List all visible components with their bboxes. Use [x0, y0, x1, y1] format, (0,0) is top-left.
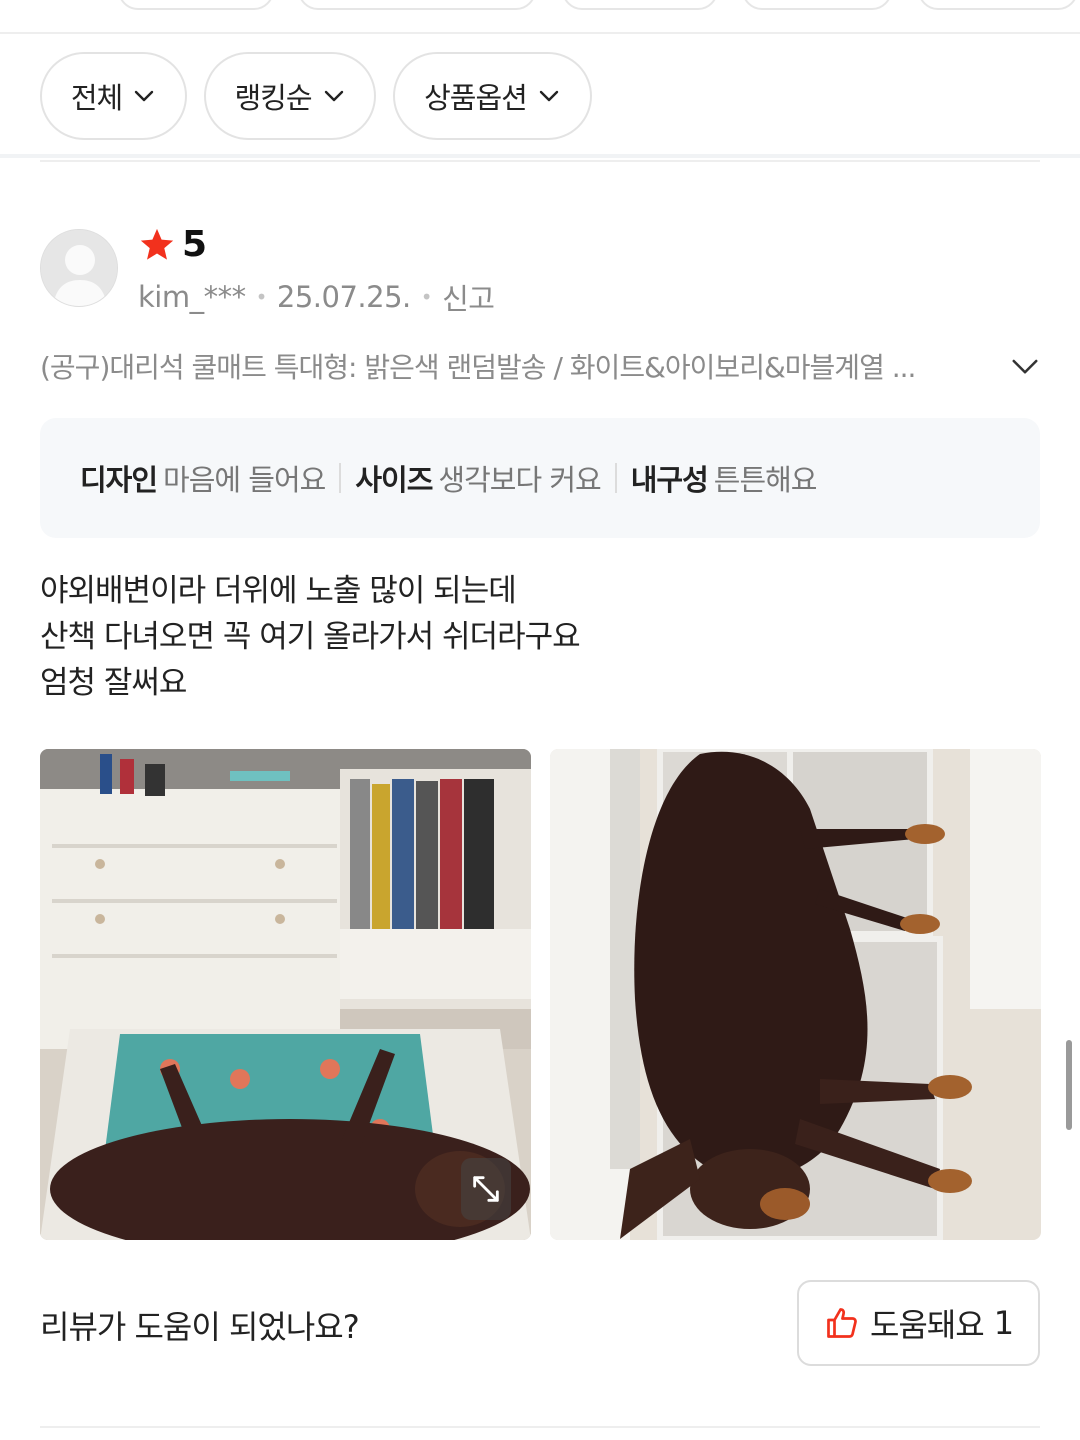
- helpful-label: 도움돼요: [869, 1306, 985, 1344]
- survey-item-design: 디자인 마음에 들어요: [80, 457, 326, 499]
- divider: [614, 463, 617, 493]
- author-name: kim_***: [138, 280, 246, 314]
- helpful-count: 1: [993, 1304, 1014, 1342]
- survey-item-durability: 내구성 튼튼해요: [630, 457, 818, 499]
- top-chip[interactable]: [918, 0, 1078, 10]
- top-chip[interactable]: [562, 0, 718, 10]
- rating: 5: [138, 224, 207, 265]
- review-line: 산책 다녀오면 꼭 여기 올라가서 쉬더라구요: [40, 619, 581, 655]
- filter-all-dropdown[interactable]: 전체: [40, 52, 187, 140]
- report-link[interactable]: 신고: [442, 276, 495, 318]
- review-photo-image: [550, 749, 1041, 1240]
- survey-summary: 디자인 마음에 들어요 사이즈 생각보다 커요 내구성 튼튼해요: [40, 418, 1040, 538]
- top-chip-row: [0, 0, 1080, 34]
- survey-key: 디자인: [80, 463, 158, 497]
- separator-dot: •: [420, 285, 433, 309]
- top-chip[interactable]: [742, 0, 892, 10]
- review-body: 야외배변이라 더위에 노출 많이 되는데 산책 다녀오면 꼭 여기 올라가서 쉬…: [40, 568, 1040, 706]
- review-photo-1[interactable]: [40, 749, 531, 1240]
- default-avatar-icon: [41, 230, 117, 306]
- survey-key: 사이즈: [355, 463, 433, 497]
- review-photo-image: [40, 749, 531, 1240]
- product-option-text: (공구)대리석 쿨매트 특대형: 밝은색 랜덤발송 / 화이트&아이보리&마블계…: [40, 351, 916, 384]
- survey-value: 생각보다 커요: [438, 463, 601, 497]
- filter-label: 랭킹순: [234, 81, 312, 115]
- chevron-down-icon: [539, 90, 559, 102]
- divider: [40, 1426, 1040, 1428]
- thumbs-up-icon: [827, 1308, 857, 1338]
- rating-value: 5: [182, 224, 208, 265]
- review-photo-2[interactable]: [550, 749, 1041, 1240]
- review-line: 엄청 잘써요: [40, 665, 187, 701]
- divider: [40, 160, 1040, 162]
- product-option-row[interactable]: (공구)대리석 쿨매트 특대형: 밝은색 랜덤발송 / 화이트&아이보리&마블계…: [40, 344, 1040, 388]
- expand-button[interactable]: [461, 1158, 511, 1220]
- filter-sort-dropdown[interactable]: 랭킹순: [204, 52, 376, 140]
- expand-icon: [473, 1176, 499, 1202]
- separator-dot: •: [255, 285, 268, 309]
- top-chip[interactable]: [118, 0, 274, 10]
- divider: [339, 463, 342, 493]
- chevron-down-icon: [324, 90, 343, 102]
- filter-bar: 전체 랭킹순 상품옵션: [0, 36, 1080, 158]
- scrollbar[interactable]: [1066, 1040, 1072, 1130]
- chevron-down-icon[interactable]: [1010, 351, 1040, 381]
- filter-label: 전체: [70, 81, 123, 115]
- helpful-question: 리뷰가 도움이 되었나요?: [40, 1308, 360, 1346]
- top-chip[interactable]: [298, 0, 536, 10]
- helpful-button[interactable]: 도움돼요 1: [797, 1280, 1040, 1366]
- survey-value: 튼튼해요: [713, 463, 818, 497]
- survey-item-size: 사이즈 생각보다 커요: [355, 457, 601, 499]
- review-date: 25.07.25.: [276, 280, 411, 314]
- filter-label: 상품옵션: [424, 81, 528, 115]
- chevron-down-icon: [134, 90, 154, 102]
- filter-option-dropdown[interactable]: 상품옵션: [393, 52, 592, 140]
- review-line: 야외배변이라 더위에 노출 많이 되는데: [40, 573, 517, 609]
- survey-key: 내구성: [630, 463, 709, 497]
- review-meta: kim_*** • 25.07.25. • 신고: [138, 276, 495, 318]
- survey-value: 마음에 들어요: [163, 463, 326, 497]
- star-icon: [140, 228, 174, 260]
- avatar: [40, 229, 118, 307]
